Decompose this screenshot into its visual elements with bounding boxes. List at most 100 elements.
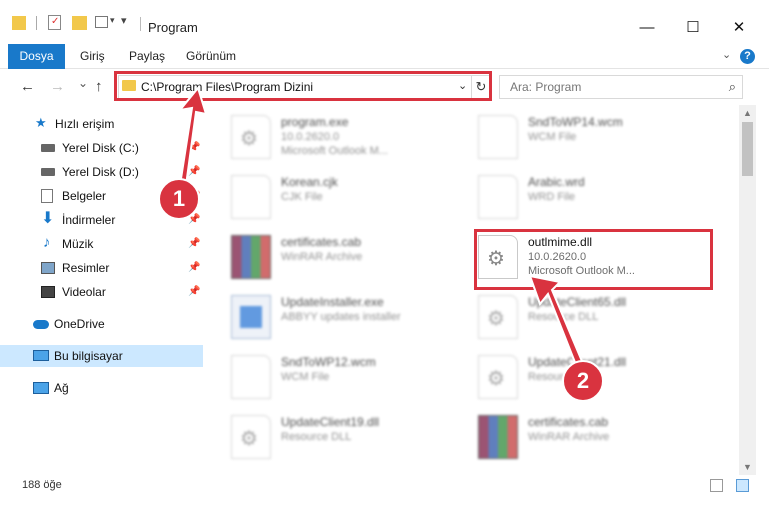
- documents-icon: [41, 189, 53, 203]
- minimize-button[interactable]: —: [624, 14, 670, 40]
- file-detail: WinRAR Archive: [281, 251, 363, 263]
- up-arrow-icon[interactable]: ↑: [95, 78, 103, 95]
- file-detail: Microsoft Outlook M...: [281, 145, 388, 157]
- sidebar-item-videos[interactable]: Videolar 📌: [0, 281, 203, 303]
- file-explorer-window: ✓ ▾ ▾ Program — ☐ ✕ Dosya Giriş Paylaş G…: [0, 0, 769, 506]
- sidebar-item-disk-c[interactable]: Yerel Disk (C:) 📌: [0, 137, 203, 159]
- list-item[interactable]: UpdateClient65.dll Resource DLL: [478, 293, 718, 343]
- sidebar-item-label: Belgeler: [62, 189, 107, 203]
- help-icon[interactable]: ?: [740, 49, 755, 64]
- sidebar-item-network[interactable]: Ağ: [0, 377, 203, 399]
- file-detail: 10.0.2620.0: [281, 131, 340, 143]
- annotation-step-1: 1: [158, 178, 200, 220]
- list-item[interactable]: SndToWP14.wcm WCM File: [478, 113, 718, 163]
- sidebar-item-label: OneDrive: [54, 317, 105, 331]
- navigation-bar: ← → ⌄ ↑ C:\Program Files\Program Dizini …: [0, 69, 769, 105]
- tab-view[interactable]: Görünüm: [186, 44, 236, 68]
- back-arrow-icon[interactable]: ←: [20, 78, 35, 95]
- list-item[interactable]: certificates.cab WinRAR Archive: [231, 233, 471, 283]
- sidebar-item-this-pc[interactable]: Bu bilgisayar: [0, 345, 203, 367]
- sidebar-item-label: Yerel Disk (C:): [62, 141, 139, 155]
- sidebar-item-onedrive[interactable]: OneDrive: [0, 313, 203, 335]
- downloads-icon: ⬇: [41, 210, 55, 227]
- file-name: UpdateClient65.dll: [528, 295, 627, 309]
- search-input[interactable]: Ara: Program: [510, 80, 581, 94]
- drive-icon: [41, 144, 55, 152]
- navigation-pane: ★ Hızlı erişim Yerel Disk (C:) 📌 Yerel D…: [0, 105, 203, 475]
- list-item[interactable]: UpdateClient19.dll Resource DLL: [231, 413, 471, 463]
- new-folder-icon[interactable]: [72, 16, 87, 30]
- list-item[interactable]: Arabic.wrd WRD File: [478, 173, 718, 223]
- details-view-icon[interactable]: [710, 479, 723, 492]
- music-icon: ♪: [43, 234, 51, 251]
- file-icon: [478, 115, 518, 159]
- window-title: Program: [148, 20, 198, 35]
- exe-icon: [231, 115, 271, 159]
- forward-arrow-icon[interactable]: →: [50, 78, 65, 95]
- details-icon: [95, 16, 108, 28]
- pin-icon[interactable]: 📌: [188, 281, 200, 303]
- file-name: SndToWP12.wcm: [281, 355, 376, 369]
- sidebar-item-quick-access[interactable]: ★ Hızlı erişim: [0, 113, 203, 135]
- drive-icon: [41, 168, 55, 176]
- ribbon-expand-icon[interactable]: ⌄: [722, 48, 731, 61]
- tab-share[interactable]: Paylaş: [129, 44, 165, 68]
- large-icons-view-icon[interactable]: [736, 479, 749, 492]
- quick-access-customize-icon[interactable]: ▾ ▾: [95, 15, 127, 30]
- scroll-down-icon[interactable]: ▼: [739, 459, 756, 475]
- vertical-scrollbar[interactable]: ▲ ▼: [739, 105, 756, 475]
- properties-icon[interactable]: ✓: [48, 15, 61, 30]
- scroll-thumb[interactable]: [742, 122, 753, 176]
- videos-icon: [41, 286, 55, 298]
- list-item[interactable]: SndToWP12.wcm WCM File: [231, 353, 471, 403]
- search-icon[interactable]: ⌕: [729, 79, 736, 95]
- dll-icon: [231, 415, 271, 459]
- sidebar-item-music[interactable]: ♪ Müzik 📌: [0, 233, 203, 255]
- file-name: Arabic.wrd: [528, 175, 585, 189]
- sidebar-item-label: Ağ: [54, 381, 69, 395]
- file-icon: [231, 355, 271, 399]
- sidebar-item-pictures[interactable]: Resimler 📌: [0, 257, 203, 279]
- file-name: certificates.cab: [528, 415, 609, 429]
- sidebar-item-label: İndirmeler: [62, 213, 116, 227]
- file-detail: WCM File: [528, 131, 577, 143]
- sidebar-item-label: Hızlı erişim: [55, 117, 115, 131]
- pin-icon[interactable]: 📌: [188, 257, 200, 279]
- dll-icon: [478, 295, 518, 339]
- network-icon: [33, 382, 49, 394]
- sidebar-item-label: Yerel Disk (D:): [62, 165, 139, 179]
- sidebar-item-label: Resimler: [62, 261, 110, 275]
- file-name: UpdateClient19.dll: [281, 415, 380, 429]
- checkmark-icon: ✓: [51, 16, 60, 27]
- recent-locations-icon[interactable]: ⌄: [78, 76, 88, 90]
- pin-icon[interactable]: 📌: [188, 137, 200, 159]
- tab-home[interactable]: Giriş: [80, 44, 105, 68]
- file-name: SndToWP14.wcm: [528, 115, 623, 129]
- close-button[interactable]: ✕: [716, 14, 762, 40]
- file-detail: CJK File: [281, 191, 323, 203]
- list-item[interactable]: program.exe 10.0.2620.0 Microsoft Outloo…: [231, 113, 471, 163]
- ribbon-tabs: Dosya Giriş Paylaş Görünüm ⌄ ?: [0, 44, 769, 94]
- setup-icon: [231, 295, 271, 339]
- pin-icon[interactable]: 📌: [188, 161, 200, 183]
- file-detail: Resource DLL: [528, 311, 599, 323]
- cloud-icon: [33, 320, 49, 329]
- file-highlight-box: [474, 229, 713, 290]
- customize-chevron-icon: ▾: [121, 15, 127, 27]
- list-item[interactable]: certificates.cab WinRAR Archive: [478, 413, 718, 463]
- file-name: Korean.cjk: [281, 175, 338, 189]
- scroll-up-icon[interactable]: ▲: [739, 105, 756, 121]
- sidebar-item-label: Müzik: [62, 237, 94, 251]
- computer-icon: [33, 350, 49, 361]
- address-highlight-box: [114, 71, 492, 101]
- pin-icon[interactable]: 📌: [188, 233, 200, 255]
- title-bar: ✓ ▾ ▾ Program — ☐ ✕: [0, 0, 769, 44]
- file-detail: WRD File: [528, 191, 576, 203]
- maximize-button[interactable]: ☐: [670, 14, 716, 40]
- file-detail: Resource DLL: [281, 431, 352, 443]
- pictures-icon: [41, 262, 55, 274]
- list-item[interactable]: UpdateInstaller.exe ABBYY updates instal…: [231, 293, 471, 343]
- list-item[interactable]: Korean.cjk CJK File: [231, 173, 471, 223]
- search-box[interactable]: Ara: Program ⌕: [499, 75, 743, 99]
- sidebar-item-label: Bu bilgisayar: [54, 349, 123, 363]
